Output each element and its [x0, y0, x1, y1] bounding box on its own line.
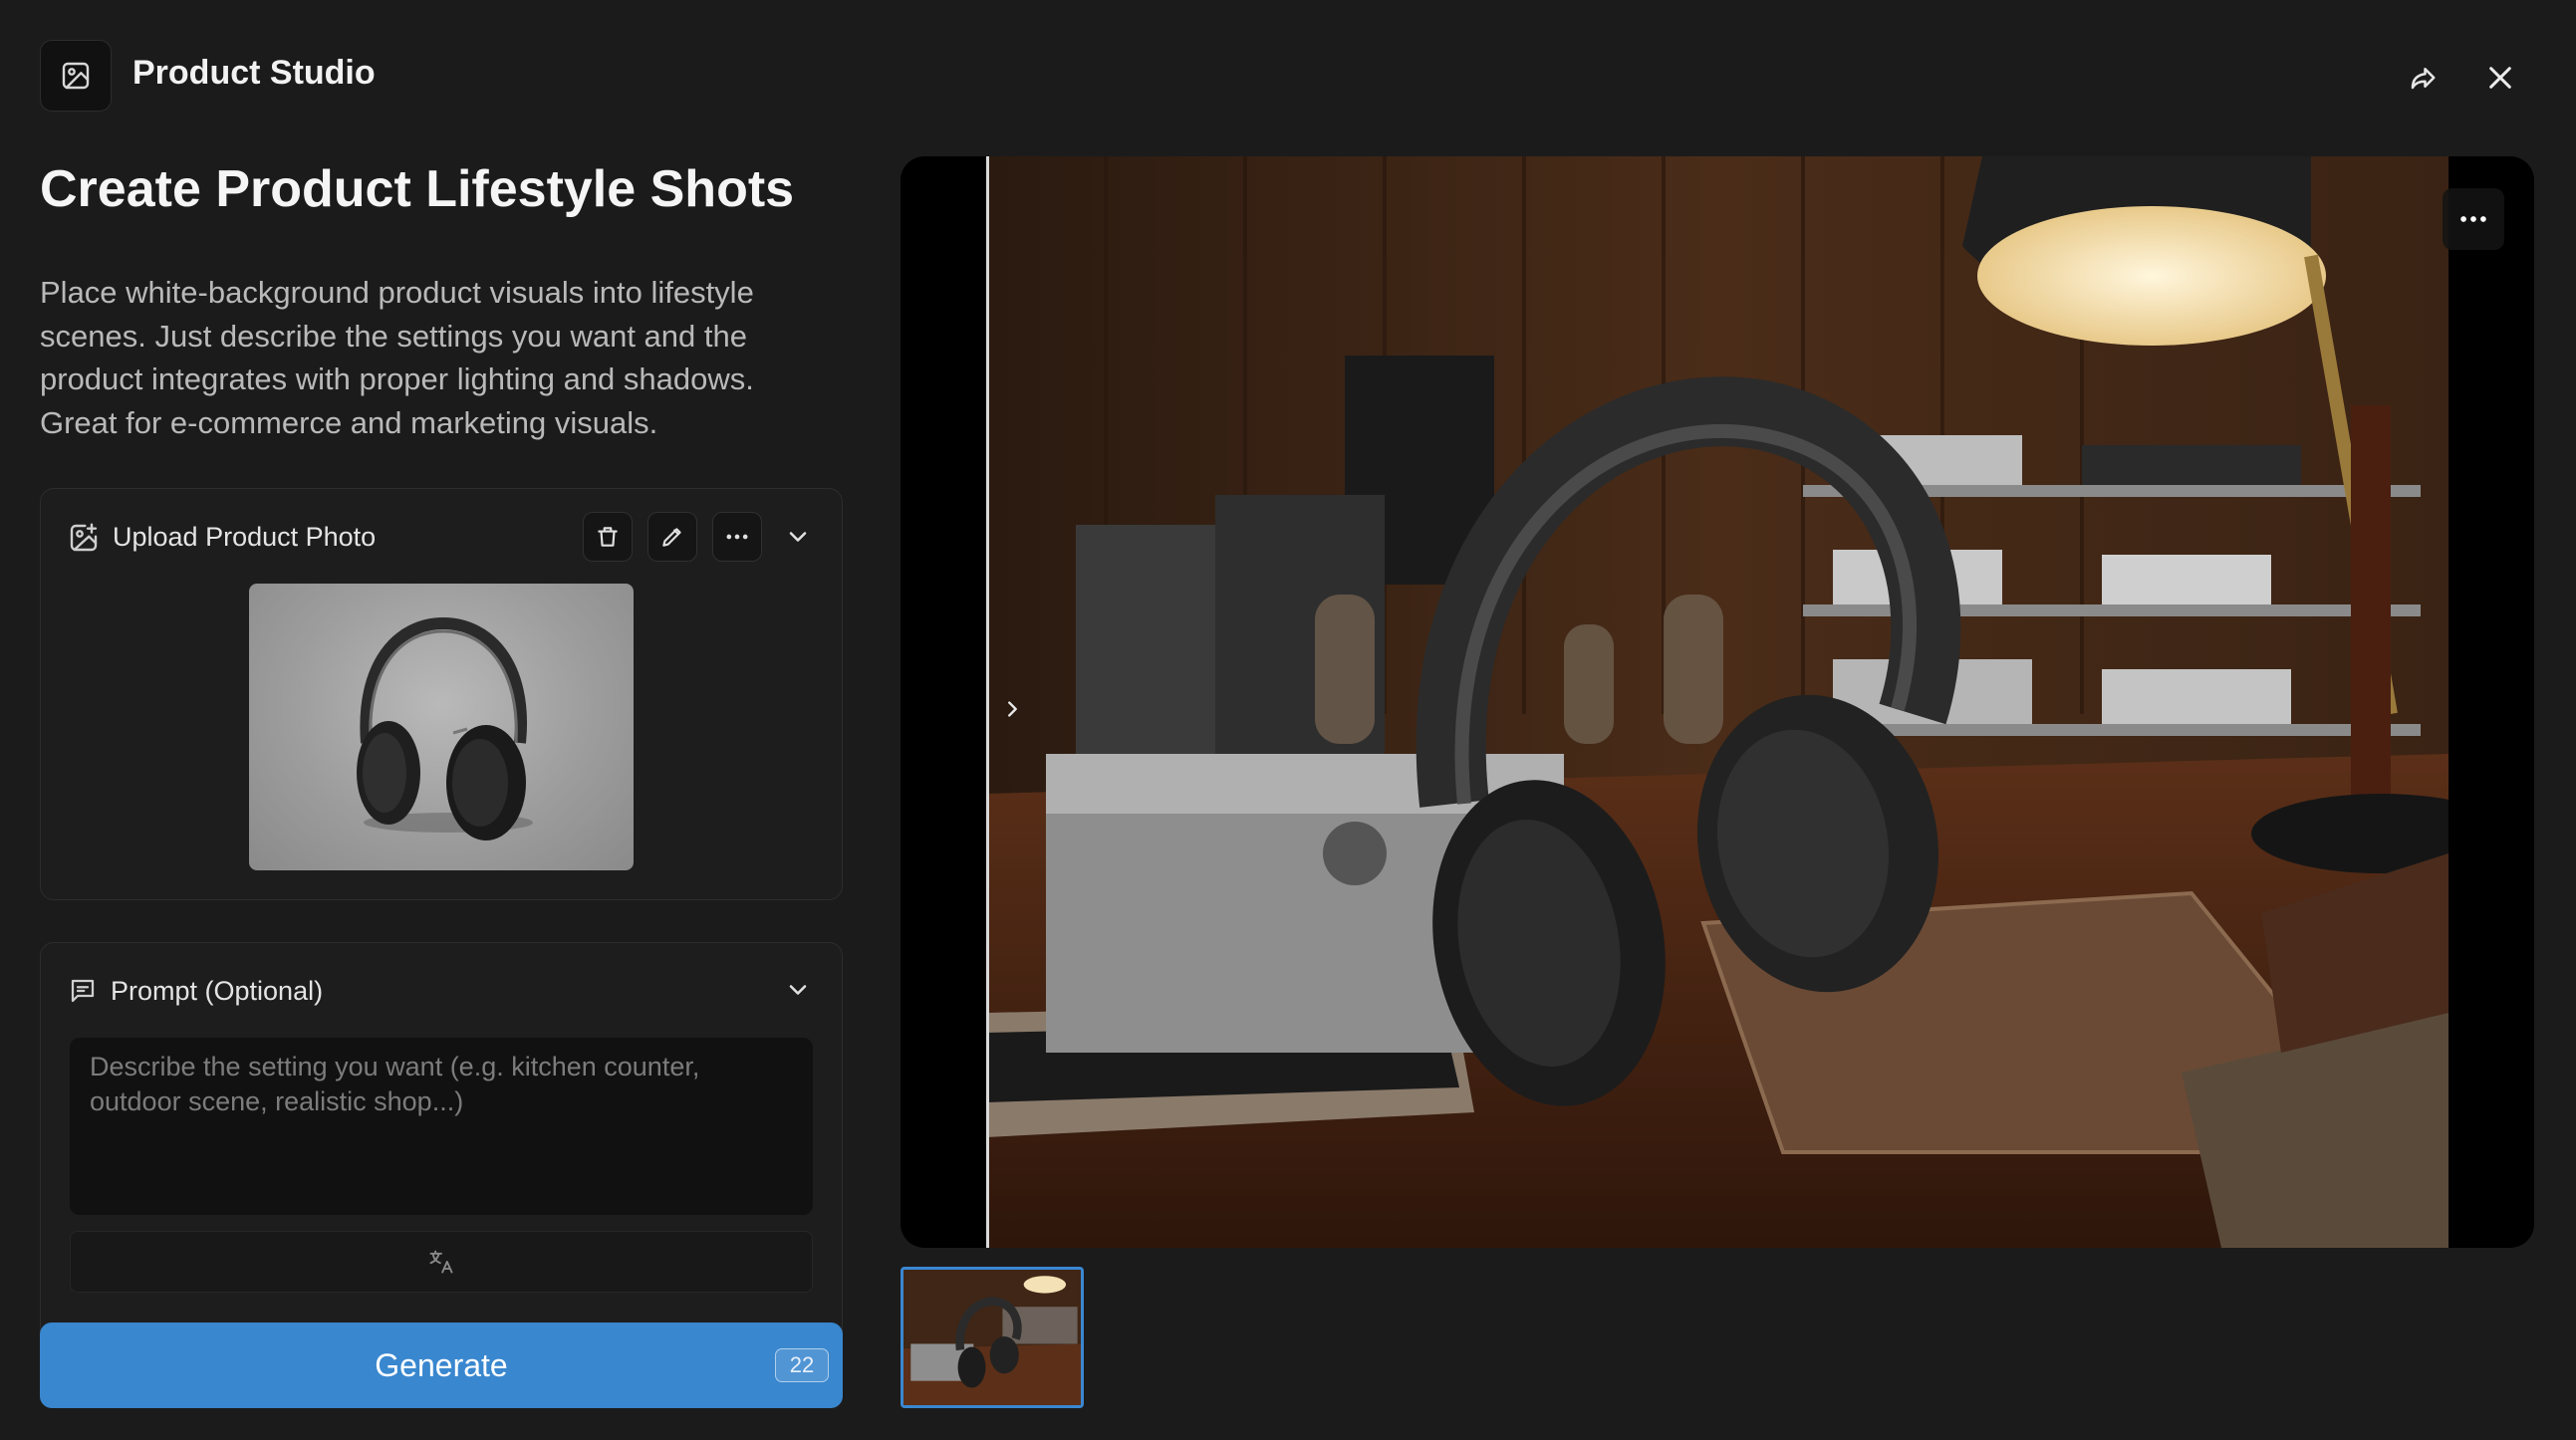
prompt-input[interactable]: [70, 1038, 813, 1215]
prompt-collapse-toggle[interactable]: [770, 962, 826, 1018]
history-thumbnail[interactable]: [901, 1267, 1084, 1408]
trash-icon: [598, 527, 618, 547]
compare-handle[interactable]: [994, 684, 1030, 734]
result-preview: [901, 156, 2534, 1248]
compare-divider[interactable]: [986, 156, 989, 1248]
prompt-label: Prompt (Optional): [111, 976, 324, 1006]
image-add-icon: [70, 523, 98, 552]
translate-button[interactable]: [70, 1231, 813, 1293]
app-title: Product Studio: [132, 54, 376, 92]
image-icon: [62, 62, 90, 90]
generate-label: Generate: [375, 1346, 508, 1383]
close-icon: [2489, 67, 2511, 89]
preview-more-button[interactable]: [2443, 188, 2504, 250]
more-options-button[interactable]: [712, 512, 762, 562]
page-description: Place white-background product visuals i…: [40, 275, 754, 440]
generate-button[interactable]: Generate 22: [40, 1322, 843, 1408]
more-horizontal-icon: [726, 534, 748, 540]
message-icon: [71, 979, 95, 1003]
close-button[interactable]: [2472, 50, 2528, 106]
app-logo: [40, 40, 112, 112]
edit-button[interactable]: [647, 512, 697, 562]
page-title: Create Product Lifestyle Shots: [40, 160, 795, 218]
pencil-icon: [662, 528, 681, 547]
share-icon: [2411, 68, 2436, 90]
generated-lifestyle-image: [986, 156, 2448, 1248]
credit-cost-badge: 22: [775, 1348, 829, 1382]
history-thumbnail-image: [903, 1270, 1081, 1405]
more-horizontal-icon: [2460, 216, 2486, 222]
share-button[interactable]: [2395, 50, 2450, 106]
translate-icon: [429, 1250, 453, 1274]
upload-collapse-toggle[interactable]: [770, 509, 826, 565]
chevron-right-icon: [1008, 701, 1017, 717]
delete-button[interactable]: [583, 512, 633, 562]
upload-label: Upload Product Photo: [113, 522, 377, 552]
chevron-down-icon: [789, 532, 807, 542]
uploaded-product-image: [249, 584, 634, 870]
chevron-down-icon: [789, 985, 807, 995]
